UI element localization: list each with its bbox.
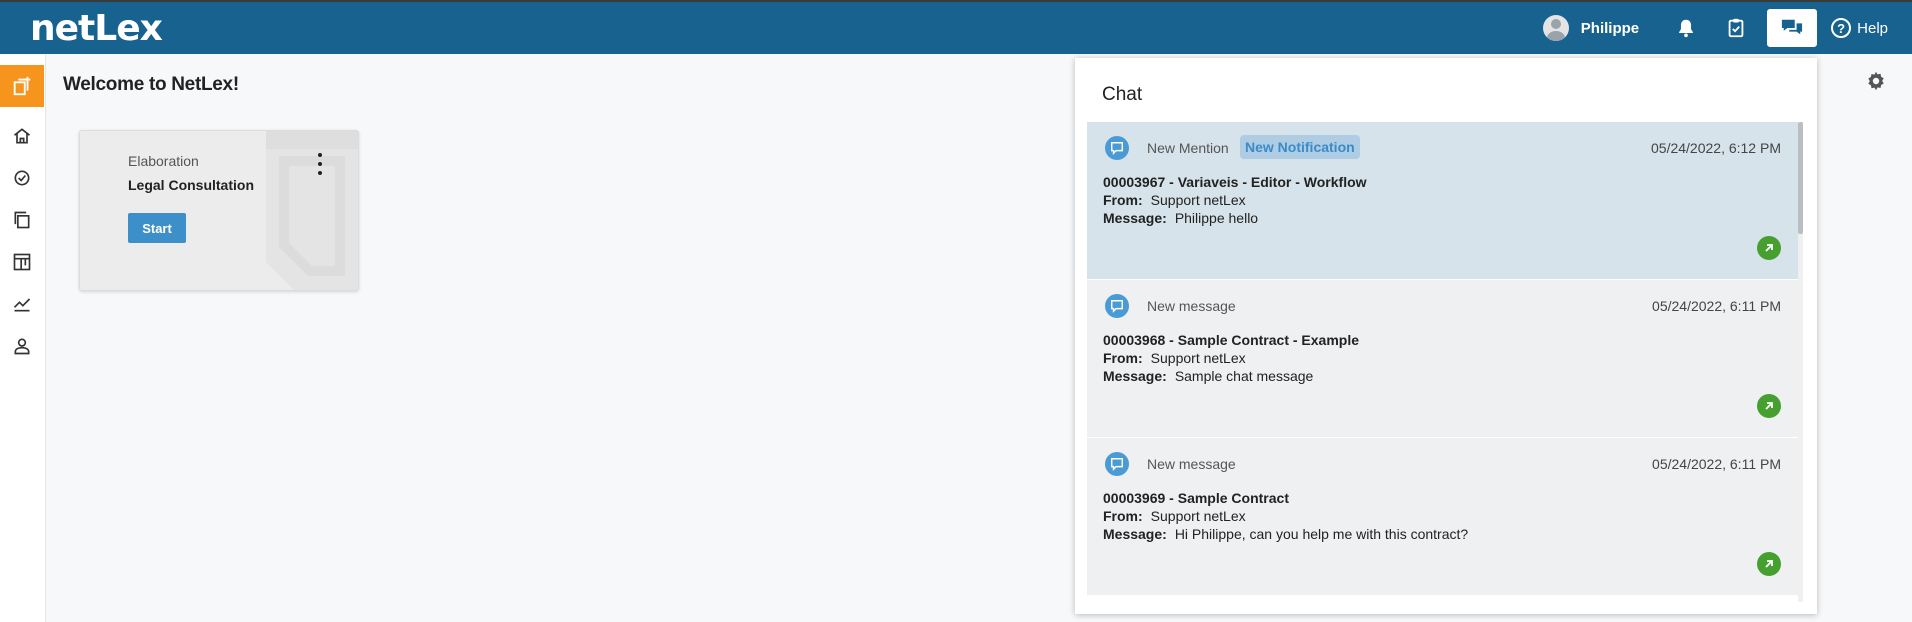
chat-scrollbar[interactable]	[1798, 122, 1803, 602]
sidebar-item-home[interactable]	[0, 115, 44, 157]
card-title: Legal Consultation	[128, 177, 254, 193]
message-kind: New message	[1147, 456, 1236, 472]
workflow-card[interactable]: Elaboration Legal Consultation Start	[79, 130, 359, 291]
review-check-icon	[14, 170, 30, 186]
new-notification-badge: New Notification	[1240, 135, 1360, 159]
chat-message-item[interactable]: New message 05/24/2022, 6:11 PM 00003968…	[1087, 280, 1801, 438]
message-body: Message: Sample chat message	[1103, 368, 1314, 384]
notifications-button[interactable]	[1661, 9, 1711, 47]
chat-message-list[interactable]: New Mention New Notification 05/24/2022,…	[1087, 122, 1803, 608]
message-date: 05/24/2022, 6:11 PM	[1652, 456, 1781, 472]
page-title: Welcome to NetLex!	[63, 74, 239, 95]
message-body: Message: Philippe hello	[1103, 210, 1259, 226]
help-link[interactable]: ? Help	[1831, 18, 1888, 38]
documents-icon	[14, 211, 30, 229]
new-document-icon	[13, 76, 31, 96]
top-bar: netLex Philippe ? Help	[0, 0, 1912, 54]
chat-button[interactable]	[1767, 9, 1818, 47]
chat-bubble-icon	[1105, 136, 1129, 160]
card-more-options-icon[interactable]	[315, 153, 325, 175]
start-button[interactable]: Start	[128, 213, 186, 243]
document-watermark-icon	[266, 131, 358, 290]
new-document-button[interactable]	[0, 65, 44, 107]
arrow-up-right-icon	[1765, 402, 1773, 410]
chat-message-item[interactable]: New Mention New Notification 05/24/2022,…	[1087, 122, 1801, 280]
gear-icon	[1868, 71, 1884, 91]
bell-icon	[1679, 19, 1694, 38]
sidebar-item-documents[interactable]	[0, 199, 44, 241]
netlex-logo[interactable]: netLex	[30, 8, 163, 49]
message-subject: 00003968 - Sample Contract - Example	[1103, 332, 1360, 348]
open-message-button[interactable]	[1757, 394, 1781, 418]
message-subject: 00003967 - Variaveis - Editor - Workflow	[1103, 174, 1367, 190]
chat-message-item[interactable]: New message 05/24/2022, 6:11 PM 00003969…	[1087, 438, 1801, 596]
message-body: Message: Hi Philippe, can you help me wit…	[1103, 526, 1469, 542]
chat-title: Chat	[1102, 84, 1143, 105]
chat-bubble-icon	[1105, 294, 1129, 318]
user-menu[interactable]: Philippe	[1542, 15, 1640, 41]
tasks-button[interactable]	[1711, 9, 1761, 47]
message-kind: New message	[1147, 298, 1236, 314]
message-kind: New Mention	[1147, 140, 1229, 156]
user-icon	[14, 338, 30, 355]
message-subject: 00003969 - Sample Contract	[1103, 490, 1289, 506]
question-circle-icon: ?	[1831, 18, 1852, 38]
chat-bubbles-icon	[1782, 19, 1803, 35]
top-right-actions: Philippe ? Help	[1542, 2, 1912, 54]
open-message-button[interactable]	[1757, 236, 1781, 260]
message-from: From: Support netLex	[1103, 508, 1246, 524]
sidebar-item-board[interactable]	[0, 241, 44, 283]
chat-bubble-icon	[1105, 452, 1129, 476]
message-from: From: Support netLex	[1103, 192, 1246, 208]
avatar	[1542, 15, 1569, 41]
user-name: Philippe	[1580, 19, 1640, 37]
message-date: 05/24/2022, 6:11 PM	[1652, 298, 1781, 314]
arrow-up-right-icon	[1765, 244, 1773, 252]
sidebar-item-users[interactable]	[0, 325, 44, 367]
chart-line-icon	[13, 298, 31, 312]
settings-button[interactable]	[1864, 70, 1888, 99]
help-label: Help	[1857, 19, 1888, 37]
clipboard-check-icon	[1728, 18, 1744, 38]
chat-panel: Chat New Mention New Notification 05/24/…	[1075, 58, 1817, 614]
arrow-up-right-icon	[1765, 560, 1773, 568]
home-icon	[13, 128, 31, 144]
sidebar	[0, 54, 46, 622]
message-from: From: Support netLex	[1103, 350, 1246, 366]
sidebar-item-review[interactable]	[0, 157, 44, 199]
board-icon	[13, 253, 31, 271]
sidebar-item-reports[interactable]	[0, 283, 44, 325]
card-type-label: Elaboration	[128, 153, 199, 169]
open-message-button[interactable]	[1757, 552, 1781, 576]
message-date: 05/24/2022, 6:12 PM	[1651, 140, 1781, 156]
